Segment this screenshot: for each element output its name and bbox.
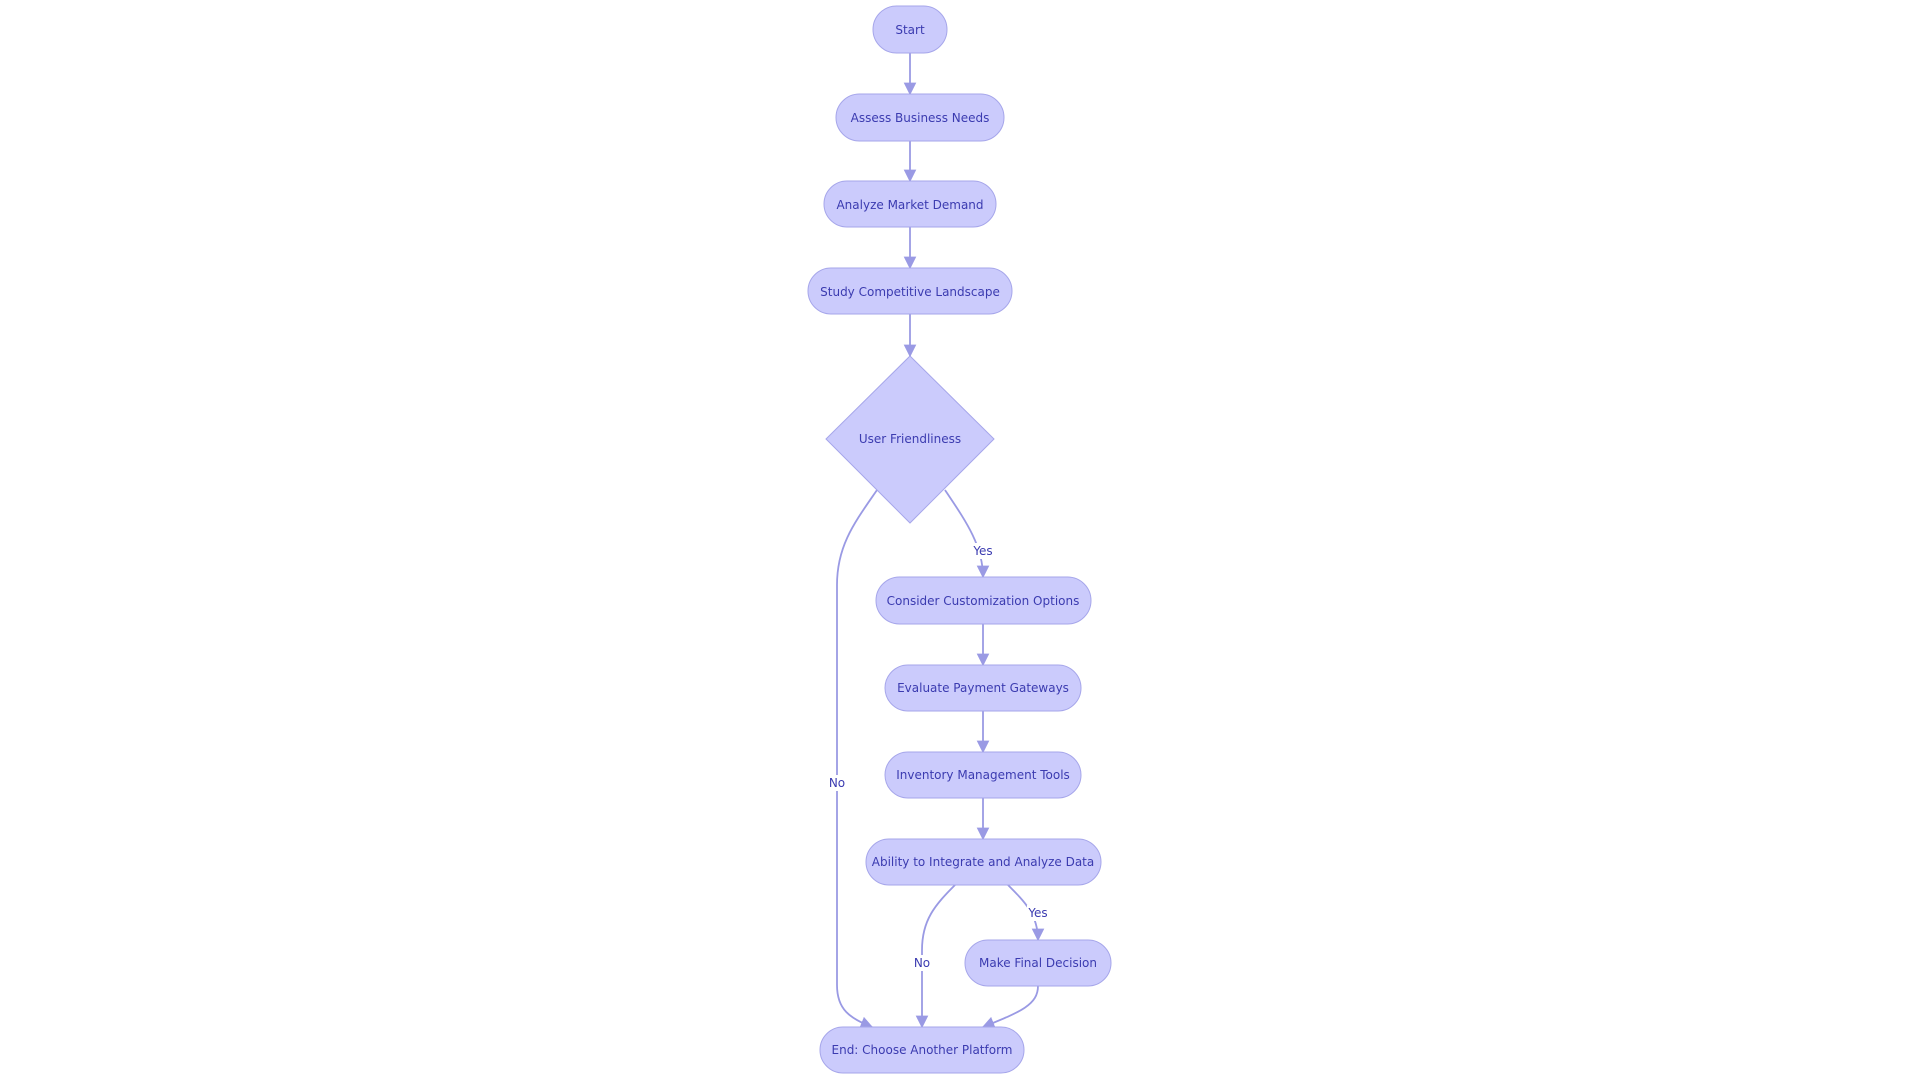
- svg-text:Inventory Management Tools: Inventory Management Tools: [896, 768, 1070, 782]
- node-analyze-market-demand[interactable]: Analyze Market Demand: [823, 180, 997, 228]
- node-consider-customization-options[interactable]: Consider Customization Options: [875, 576, 1092, 625]
- node-study-competitive-landscape[interactable]: Study Competitive Landscape: [807, 267, 1013, 315]
- svg-text:Start: Start: [895, 23, 925, 37]
- svg-text:Ability to Integrate and Analy: Ability to Integrate and Analyze Data: [872, 855, 1095, 869]
- node-make-final-decision[interactable]: Make Final Decision: [964, 939, 1112, 987]
- svg-text:No: No: [829, 776, 845, 790]
- svg-text:Consider Customization Options: Consider Customization Options: [887, 594, 1080, 608]
- edge-user-custom-yes: [944, 489, 990, 579]
- flowchart-diagram: Yes No Yes No Start Assess Business Need…: [807, 5, 1112, 1074]
- svg-text:Study Competitive Landscape: Study Competitive Landscape: [820, 285, 1000, 299]
- edge-final-end: [981, 985, 1039, 1029]
- svg-text:End: Choose Another Platform: End: Choose Another Platform: [832, 1043, 1013, 1057]
- node-start[interactable]: Start: [872, 5, 948, 54]
- node-end-choose-another-platform[interactable]: End: Choose Another Platform: [819, 1026, 1025, 1074]
- node-inventory-management-tools[interactable]: Inventory Management Tools: [884, 751, 1082, 799]
- node-ability-to-integrate-and-analyze-data[interactable]: Ability to Integrate and Analyze Data: [865, 838, 1102, 886]
- edge-label-user-no: No: [828, 775, 846, 791]
- edge-label-ability-no: No: [913, 955, 931, 971]
- edge-label-ability-yes: Yes: [1027, 905, 1049, 921]
- svg-text:Make Final Decision: Make Final Decision: [979, 956, 1097, 970]
- svg-text:No: No: [914, 956, 930, 970]
- svg-text:Evaluate Payment Gateways: Evaluate Payment Gateways: [897, 681, 1069, 695]
- nodes: Start Assess Business Needs Analyze Mark…: [807, 5, 1112, 1074]
- svg-text:User Friendliness: User Friendliness: [859, 432, 961, 446]
- svg-text:Analyze Market Demand: Analyze Market Demand: [836, 198, 983, 212]
- svg-text:Yes: Yes: [972, 544, 992, 558]
- edge-label-user-yes: Yes: [972, 543, 994, 559]
- node-evaluate-payment-gateways[interactable]: Evaluate Payment Gateways: [884, 664, 1082, 712]
- node-user-friendliness-decision[interactable]: User Friendliness: [825, 355, 995, 524]
- svg-text:Yes: Yes: [1027, 906, 1047, 920]
- edge-user-end-no: [836, 489, 878, 1029]
- svg-text:Assess Business Needs: Assess Business Needs: [851, 111, 990, 125]
- node-assess-business-needs[interactable]: Assess Business Needs: [835, 93, 1005, 142]
